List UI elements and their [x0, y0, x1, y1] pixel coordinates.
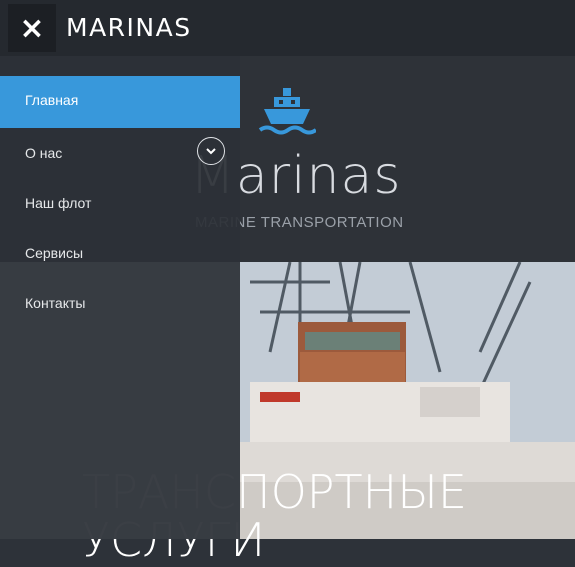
menu-item-label: О нас [25, 145, 63, 161]
menu-item-services[interactable]: Сервисы [0, 228, 240, 278]
menu-item-contacts[interactable]: Контакты [0, 278, 240, 328]
menu-item-label: Сервисы [25, 245, 84, 261]
menu-item-label: Наш флот [25, 195, 92, 211]
menu-item-fleet[interactable]: Наш флот [0, 178, 240, 228]
menu-item-about[interactable]: О нас [0, 128, 240, 178]
menu-item-home[interactable]: Главная [0, 76, 240, 128]
menu-item-label: Главная [25, 92, 79, 108]
close-menu-button[interactable]: × [8, 4, 56, 52]
menu-item-label: Контакты [25, 295, 86, 311]
top-bar: × MARINAS [0, 0, 575, 56]
ship-icon [258, 88, 316, 135]
site-title[interactable]: MARINAS [66, 13, 192, 42]
close-icon: × [19, 10, 45, 46]
chevron-down-icon [206, 147, 216, 154]
submenu-toggle-button[interactable] [197, 137, 225, 165]
side-menu: Главная О нас Наш флот Сервисы Контакты [0, 56, 240, 539]
